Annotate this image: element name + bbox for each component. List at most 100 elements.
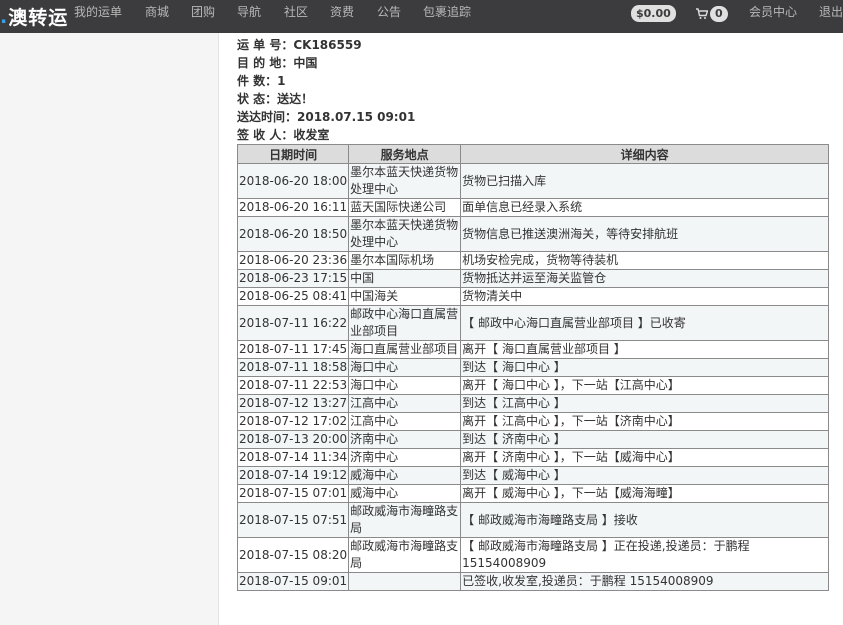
cell-date: 2018-07-12 13:27 — [236, 394, 350, 413]
cell-date: 2018-07-11 18:58 — [236, 358, 350, 377]
cell-location: 江高中心 — [348, 412, 462, 431]
delivery-time: 送达时间：2018.07.15 09:01 — [237, 110, 416, 124]
cell-location: 邮政威海市海疃路支局 — [348, 537, 462, 573]
table-row: 2018-06-20 18:50 墨尔本蓝天快递货物处理中心 货物信息已推送澳洲海关… — [236, 216, 829, 252]
nav-community[interactable]: 社区 — [284, 0, 308, 33]
cell-location: 江高中心 — [348, 394, 462, 413]
cell-detail: 已签收,收发室,投递员：于鹏程 15154008909 — [460, 572, 829, 591]
cell-location: 海口中心 — [348, 358, 462, 377]
table-row: 2018-07-11 18:58 海口中心 到达【 海口中心 】 — [236, 358, 829, 377]
cell-detail: 到达【 济南中心 】 — [460, 430, 829, 449]
cell-detail: 到达【 江高中心 】 — [460, 394, 829, 413]
cell-detail: 货物信息已推送澳洲海关，等待安排航班 — [460, 216, 829, 252]
top-navbar: . 澳转运 我的运单 商城 团购 导航 社区 资费 公告 包裹追踪 $0.00 … — [0, 0, 843, 33]
tracking-table: 日期时间 服务地点 详细内容 2018-06-20 18:00 墨尔本蓝天快递货物… — [236, 144, 829, 591]
table-header-row: 日期时间 服务地点 详细内容 — [236, 144, 829, 164]
cell-detail: 货物抵达并运至海关监管仓 — [460, 269, 829, 288]
cell-detail: 机场安检完成，货物等待装机 — [460, 251, 829, 270]
cell-date: 2018-07-15 08:20 — [236, 537, 350, 573]
cell-detail: 到达【 威海中心 】 — [460, 466, 829, 485]
nav-my-waybills[interactable]: 我的运单 — [74, 0, 122, 33]
table-row: 2018-07-15 07:51 邮政威海市海疃路支局【 邮政威海市海疃路支局 】… — [236, 502, 829, 538]
table-row: 2018-06-23 17:15 中国 货物抵达并运至海关监管仓 — [236, 269, 829, 288]
nav-rates[interactable]: 资费 — [330, 0, 354, 33]
nav-announcements[interactable]: 公告 — [377, 0, 401, 33]
recipient: 签 收 人：收发室 — [237, 128, 330, 142]
cell-detail: 【 邮政威海市海疃路支局 】接收 — [460, 502, 829, 538]
piece-count: 件 数：1 — [237, 74, 286, 88]
table-row: 2018-07-14 19:12 威海中心 到达【 威海中心 】 — [236, 466, 829, 485]
cell-date: 2018-07-15 07:01 — [236, 484, 350, 503]
table-row: 2018-07-11 17:45 海口直属营业部项目 离开【 海口直属营业部项目 】 — [236, 340, 829, 359]
header-location: 服务地点 — [348, 144, 462, 164]
cell-location: 墨尔本蓝天快递货物处理中心 — [348, 216, 462, 252]
destination: 目 的 地：中国 — [237, 56, 318, 70]
table-row: 2018-07-11 16:22 邮政中心海口直属营业部项目【 邮政中心海口直属营… — [236, 305, 829, 341]
cell-date: 2018-06-20 18:00 — [236, 163, 350, 199]
logo-dot: . — [0, 5, 9, 28]
cell-date: 2018-06-25 08:41 — [236, 287, 350, 306]
cell-date: 2018-06-20 23:36 — [236, 251, 350, 270]
cell-detail: 【 邮政威海市海疃路支局 】正在投递,投递员：于鹏程 15154008909 — [460, 537, 829, 573]
nav-navigation[interactable]: 导航 — [237, 0, 261, 33]
cell-location: 海口直属营业部项目 — [348, 340, 462, 359]
cell-date: 2018-06-20 18:50 — [236, 216, 350, 252]
logo-text: 澳转运 — [8, 7, 69, 29]
cell-detail: 面单信息已经录入系统 — [460, 198, 829, 217]
table-row: 2018-07-11 22:53 海口中心 离开【 海口中心 】，下一站【江高中心】 — [236, 376, 829, 395]
cell-detail: 离开【 威海中心 】，下一站【威海海疃】 — [460, 484, 829, 503]
waybill-number: 运 单 号：CK186559 — [237, 38, 362, 52]
cell-location: 邮政中心海口直属营业部项目 — [348, 305, 462, 341]
cell-date: 2018-07-11 17:45 — [236, 340, 350, 359]
table-row: 2018-07-15 07:01 威海中心 离开【 威海中心 】，下一站【威海海疃】 — [236, 484, 829, 503]
cart-icon — [696, 7, 708, 19]
cell-date: 2018-07-15 09:01 — [236, 572, 350, 591]
nav-mall[interactable]: 商城 — [145, 0, 169, 33]
cell-detail: 离开【 江高中心 】，下一站【济南中心】 — [460, 412, 829, 431]
cell-detail: 到达【 海口中心 】 — [460, 358, 829, 377]
cell-date: 2018-06-23 17:15 — [236, 269, 350, 288]
status: 状 态：送达！ — [237, 92, 314, 106]
cell-location: 海口中心 — [348, 376, 462, 395]
cell-location: 中国 — [348, 269, 462, 288]
table-row: 2018-07-15 09:01 已签收,收发室,投递员：于鹏程 15154008… — [236, 572, 829, 591]
cell-location: 威海中心 — [348, 466, 462, 485]
cell-date: 2018-07-15 07:51 — [236, 502, 350, 538]
cell-detail: 离开【 济南中心 】，下一站【威海中心】 — [460, 448, 829, 467]
cell-location: 邮政威海市海疃路支局 — [348, 502, 462, 538]
cart-button[interactable]: 0 — [696, 5, 728, 22]
nav-logout[interactable]: 退出 — [819, 0, 843, 33]
header-detail: 详细内容 — [460, 144, 829, 164]
cell-location: 济南中心 — [348, 448, 462, 467]
cell-location: 墨尔本国际机场 — [348, 251, 462, 270]
cell-detail: 离开【 海口直属营业部项目 】 — [460, 340, 829, 359]
cell-detail: 【 邮政中心海口直属营业部项目 】已收寄 — [460, 305, 829, 341]
cell-location: 济南中心 — [348, 430, 462, 449]
cell-location: 中国海关 — [348, 287, 462, 306]
table-row: 2018-06-20 23:36 墨尔本国际机场 机场安检完成，货物等待装机 — [236, 251, 829, 270]
nav-package-tracking[interactable]: 包裹追踪 — [423, 0, 471, 33]
balance-badge[interactable]: $0.00 — [631, 5, 676, 22]
cell-location: 蓝天国际快递公司 — [348, 198, 462, 217]
cell-detail: 货物清关中 — [460, 287, 829, 306]
cell-detail: 离开【 海口中心 】，下一站【江高中心】 — [460, 376, 829, 395]
table-row: 2018-07-15 08:20 邮政威海市海疃路支局【 邮政威海市海疃路支局 】… — [236, 537, 829, 573]
nav-member-center[interactable]: 会员中心 — [749, 0, 797, 33]
cell-date: 2018-07-14 19:12 — [236, 466, 350, 485]
shipment-info: 运 单 号：CK186559 目 的 地：中国 件 数：1 状 态：送达！ 送达… — [237, 36, 415, 144]
cell-date: 2018-07-13 20:00 — [236, 430, 350, 449]
table-row: 2018-07-14 11:34 济南中心 离开【 济南中心 】，下一站【威海中心】 — [236, 448, 829, 467]
sidebar — [0, 33, 219, 625]
table-row: 2018-07-12 17:02 江高中心 离开【 江高中心 】，下一站【济南中心】 — [236, 412, 829, 431]
cell-date: 2018-07-12 17:02 — [236, 412, 350, 431]
cell-location: 墨尔本蓝天快递货物处理中心 — [348, 163, 462, 199]
site-logo[interactable]: . 澳转运 — [0, 0, 68, 33]
header-date: 日期时间 — [236, 144, 350, 164]
table-row: 2018-06-20 16:11 蓝天国际快递公司 面单信息已经录入系统 — [236, 198, 829, 217]
nav-group-buy[interactable]: 团购 — [191, 0, 215, 33]
cell-date: 2018-06-20 16:11 — [236, 198, 350, 217]
table-row: 2018-07-12 13:27 江高中心 到达【 江高中心 】 — [236, 394, 829, 413]
cell-detail: 货物已扫描入库 — [460, 163, 829, 199]
cell-date: 2018-07-14 11:34 — [236, 448, 350, 467]
table-row: 2018-06-25 08:41 中国海关 货物清关中 — [236, 287, 829, 306]
